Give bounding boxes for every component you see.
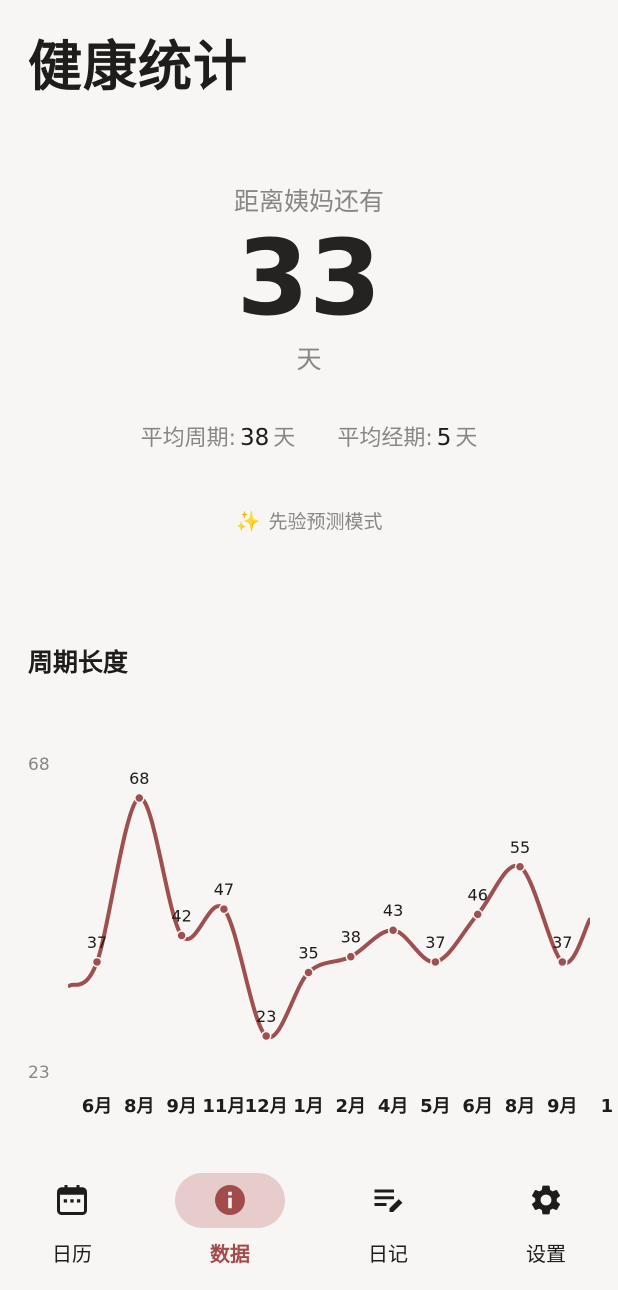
data-point[interactable] <box>218 903 230 915</box>
nav-label-data: 数据 <box>210 1242 250 1266</box>
data-point[interactable] <box>260 1030 272 1042</box>
avg-cycle-value: 38 <box>240 425 270 451</box>
x-tick-label: 2月 <box>336 1096 367 1117</box>
x-tick-label: 5月 <box>420 1096 451 1117</box>
data-label: 37 <box>425 933 445 952</box>
x-tick-label: 8月 <box>124 1096 155 1117</box>
x-tick-label: 9月 <box>547 1096 578 1117</box>
y-tick-label: 68 <box>28 755 50 775</box>
data-label: 47 <box>214 880 234 899</box>
data-point[interactable] <box>557 956 568 968</box>
nav-item-diary[interactable]: 日记 <box>328 1174 448 1274</box>
info-icon <box>215 1185 245 1215</box>
data-label: 43 <box>383 901 403 920</box>
nav-label-settings: 设置 <box>526 1242 566 1266</box>
data-point[interactable] <box>430 956 441 968</box>
stats-row: 平均周期: 38 天 平均经期: 5 天 <box>0 420 618 452</box>
avg-period-value: 5 <box>436 425 452 451</box>
nav-item-calendar[interactable]: 日历 <box>12 1174 132 1274</box>
data-label: 42 <box>171 907 191 926</box>
x-tick-label: 8月 <box>505 1096 536 1117</box>
gear-icon <box>531 1185 561 1215</box>
x-tick-label: 4月 <box>378 1096 409 1117</box>
data-label: 37 <box>552 933 572 952</box>
avg-cycle-label: 平均周期: <box>140 426 237 451</box>
data-point[interactable] <box>345 951 357 962</box>
data-label: 38 <box>341 928 361 947</box>
x-tick-label: 1 <box>601 1096 614 1117</box>
data-point[interactable] <box>387 924 399 936</box>
nav-item-settings[interactable]: 设置 <box>486 1174 606 1274</box>
data-point[interactable] <box>303 967 314 978</box>
avg-period-stat: 平均经期: 5 天 <box>337 420 477 452</box>
avg-cycle-unit: 天 <box>273 426 296 451</box>
data-point[interactable] <box>472 909 483 920</box>
avg-period-label: 平均经期: <box>337 426 433 451</box>
sparkles-icon: ✨ <box>235 508 261 533</box>
data-label: 55 <box>510 838 530 857</box>
countdown-unit: 天 <box>296 345 322 374</box>
nav-label-calendar: 日历 <box>52 1242 92 1266</box>
data-point[interactable] <box>514 861 526 873</box>
x-tick-label: 9月 <box>166 1096 197 1117</box>
data-label: 35 <box>298 944 318 963</box>
data-label: 68 <box>129 769 149 788</box>
nav-label-diary: 日记 <box>368 1242 408 1266</box>
data-point[interactable] <box>176 930 187 941</box>
x-tick-label: 12月 <box>245 1096 288 1117</box>
data-label: 37 <box>87 933 107 952</box>
x-tick-label: 6月 <box>462 1096 493 1117</box>
nav-item-data[interactable]: 数据 <box>170 1174 290 1274</box>
cycle-length-title: 周期长度 <box>28 648 129 677</box>
countdown-days: 33 <box>236 217 382 339</box>
x-tick-label: 6月 <box>82 1096 113 1117</box>
cycle-length-chart: 37684247233538433746553768236月 8月 9月 11月 12月… <box>28 755 614 1117</box>
y-tick-label: 23 <box>28 1063 50 1083</box>
avg-period-unit: 天 <box>455 426 478 451</box>
data-label: 23 <box>256 1007 276 1026</box>
page-title: 健康统计 <box>28 35 248 98</box>
x-tick-label: 11月 <box>202 1096 245 1117</box>
notes-edit-icon <box>374 1189 403 1212</box>
cycle-line <box>68 796 590 1040</box>
data-point[interactable] <box>91 956 103 968</box>
avg-cycle-stat: 平均周期: 38 天 <box>141 420 296 452</box>
x-tick-label: 1月 <box>293 1096 324 1117</box>
calendar-icon <box>57 1185 87 1215</box>
prediction-mode: ✨ 先验预测模式 <box>0 507 618 534</box>
data-label: 46 <box>468 885 488 904</box>
prediction-mode-label: 先验预测模式 <box>268 511 383 533</box>
countdown-label: 距离姨妈还有 <box>233 187 384 216</box>
bottom-nav: 日历 数据 日记 设置 <box>0 1160 618 1290</box>
data-point[interactable] <box>134 792 145 804</box>
